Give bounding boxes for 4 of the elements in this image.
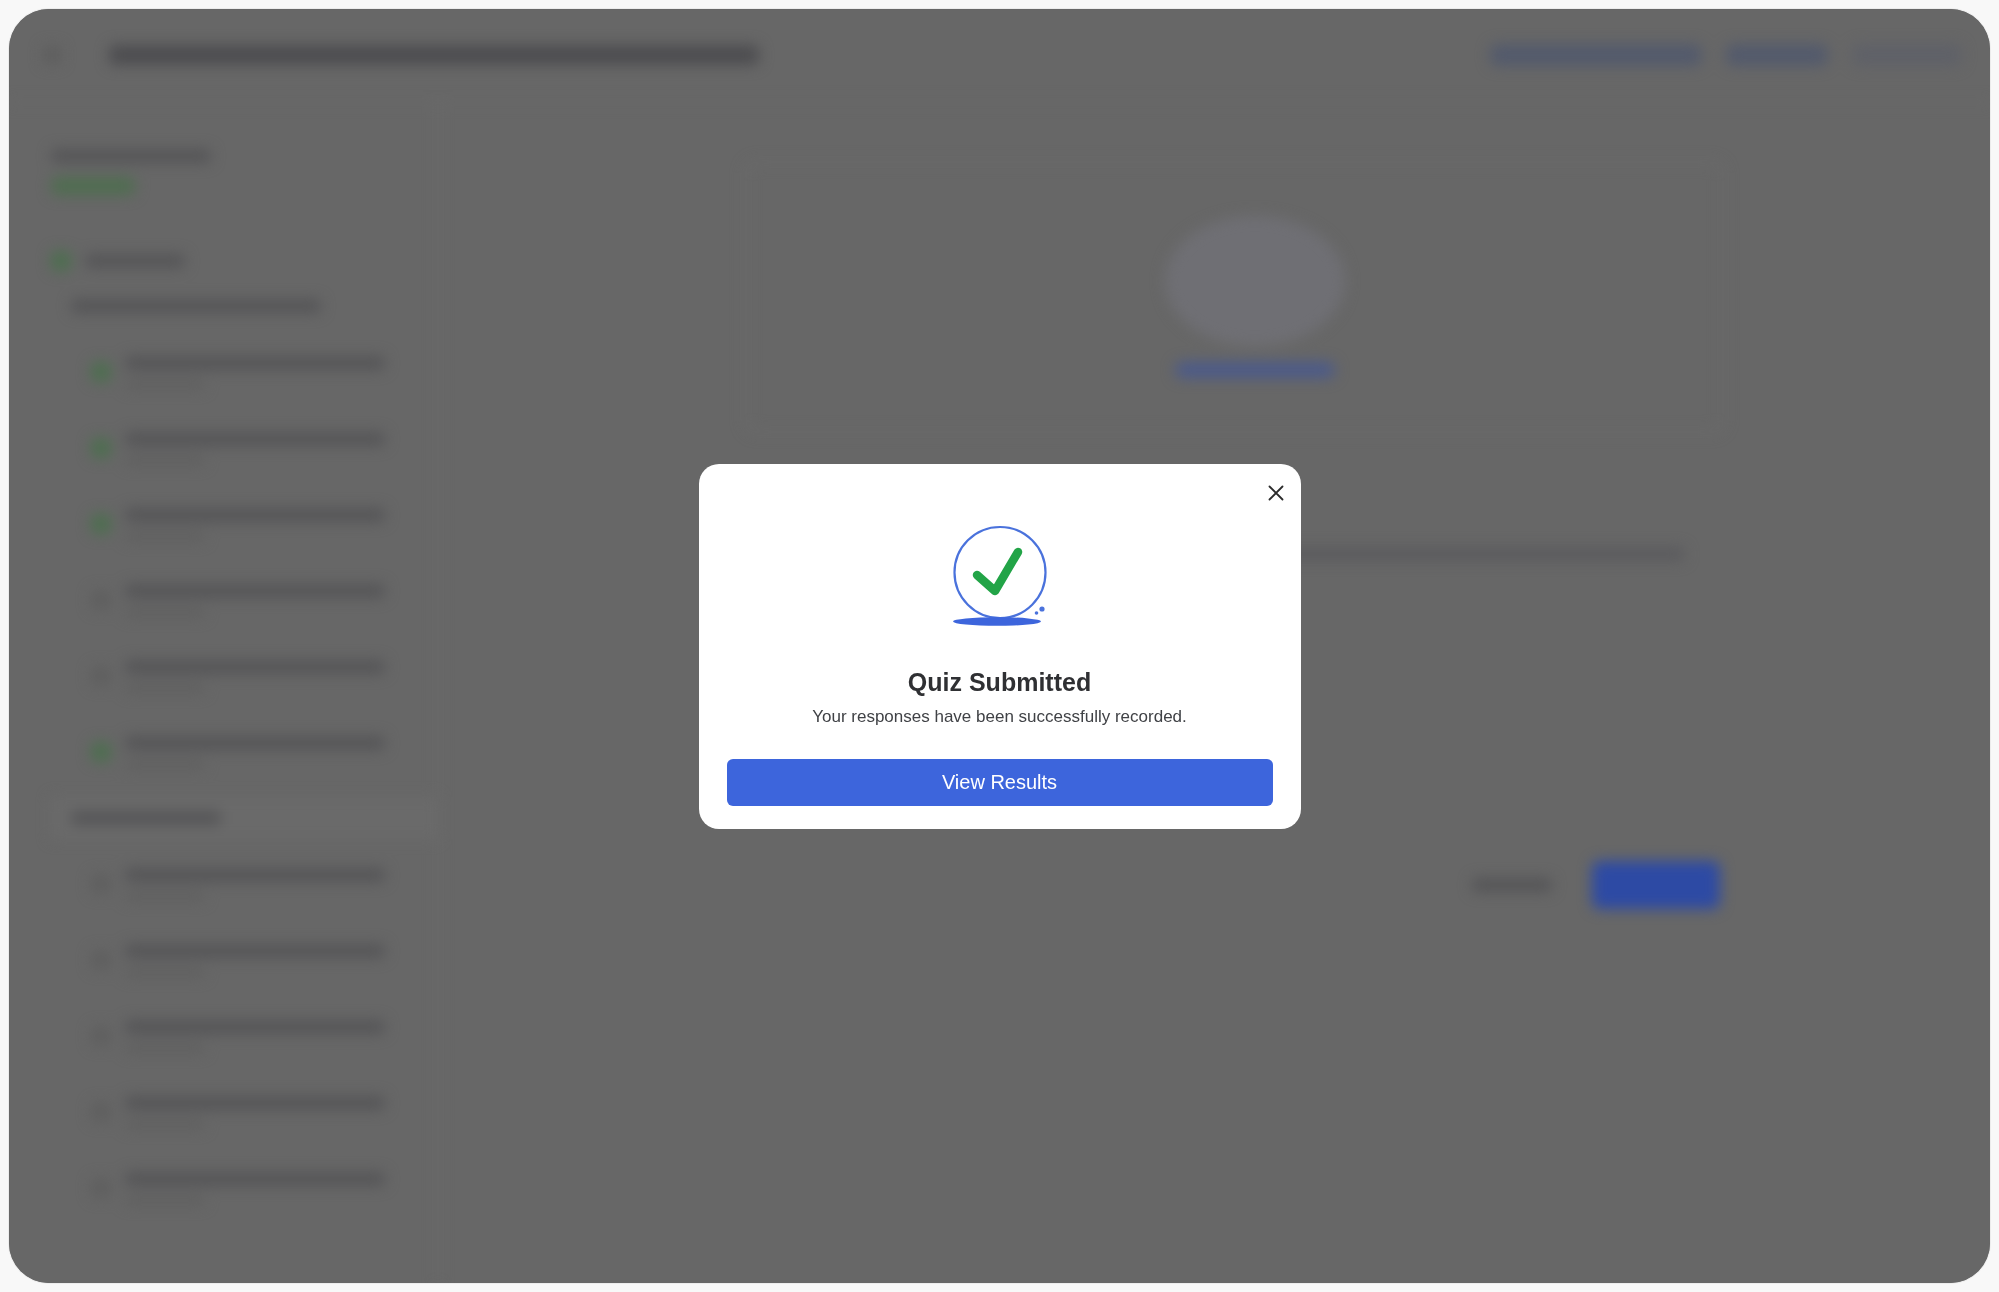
view-results-button[interactable]: View Results <box>726 758 1273 806</box>
check-circle-icon <box>951 524 1048 626</box>
dialog-title: Quiz Submitted <box>907 666 1092 697</box>
dialog-message: Your responses have been successfully recorded. <box>812 705 1187 728</box>
